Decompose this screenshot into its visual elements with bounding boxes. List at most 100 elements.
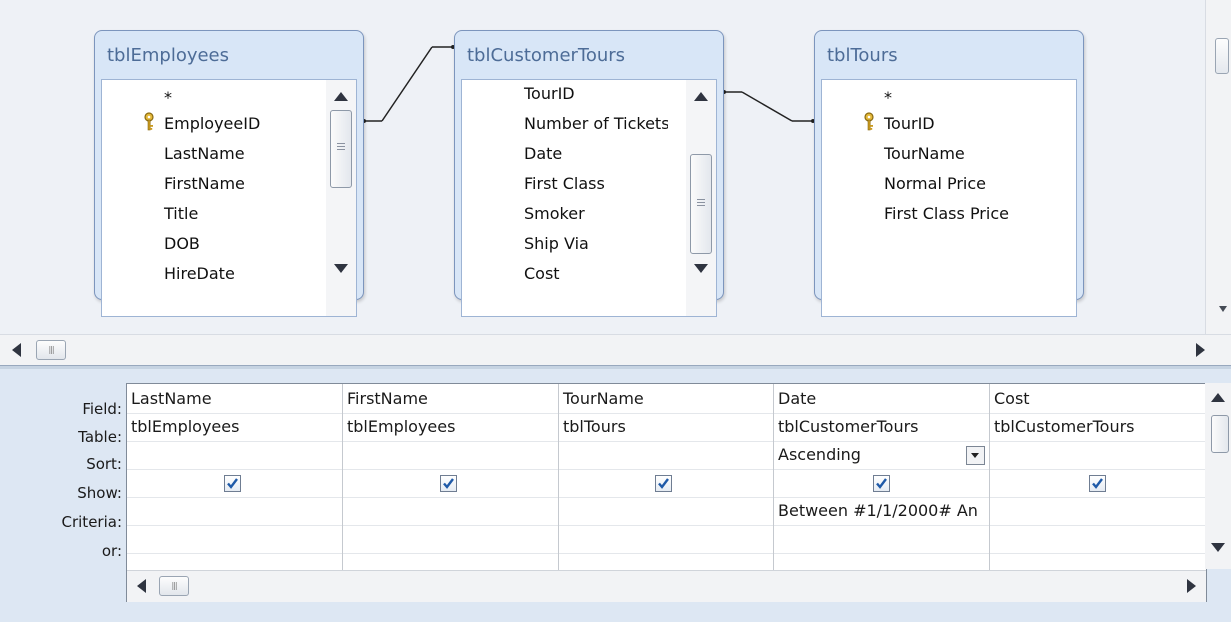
checkmark-icon bbox=[658, 478, 669, 489]
field-item[interactable]: TourName bbox=[884, 144, 965, 163]
row-label-show: Show: bbox=[77, 484, 122, 502]
grid-criteria-cell[interactable] bbox=[559, 497, 773, 525]
field-item[interactable]: Smoker bbox=[524, 204, 585, 223]
scroll-down-icon[interactable] bbox=[694, 264, 708, 273]
scroll-left-icon[interactable] bbox=[137, 579, 146, 593]
table-title: tblCustomerTours bbox=[467, 45, 626, 66]
field-list[interactable]: * TourID TourName Normal Price First Cla… bbox=[821, 79, 1077, 317]
field-item-primary-key[interactable]: EmployeeID bbox=[164, 114, 260, 133]
grid-or-cell[interactable] bbox=[559, 525, 773, 553]
grid-table-cell[interactable]: tblEmployees bbox=[127, 413, 342, 441]
grid-criteria-cell[interactable] bbox=[990, 497, 1206, 525]
grid-vertical-scrollbar[interactable] bbox=[1205, 383, 1231, 569]
show-checkbox[interactable] bbox=[873, 475, 890, 492]
grid-field-cell[interactable]: Cost bbox=[990, 385, 1206, 413]
grid-or-cell[interactable] bbox=[990, 525, 1206, 553]
scroll-thumb[interactable] bbox=[1215, 38, 1229, 74]
field-item[interactable]: Number of Tickets bbox=[524, 114, 668, 133]
grid-table-cell[interactable]: tblTours bbox=[559, 413, 773, 441]
scroll-thumb[interactable] bbox=[330, 110, 352, 188]
scroll-left-icon[interactable] bbox=[12, 343, 21, 357]
scroll-down-icon[interactable] bbox=[1219, 306, 1227, 312]
sort-dropdown[interactable]: Ascending bbox=[774, 441, 964, 469]
row-label-table: Table: bbox=[78, 428, 122, 446]
field-list-scrollbar[interactable] bbox=[326, 80, 356, 316]
grid-field-cell[interactable]: FirstName bbox=[343, 385, 558, 413]
grid-table-cell[interactable]: tblCustomerTours bbox=[774, 413, 989, 441]
table-title: tblTours bbox=[827, 45, 898, 66]
relationship-line-customertours-tours[interactable] bbox=[720, 85, 820, 130]
query-design-pane: tblEmployees * EmployeeID LastName First… bbox=[0, 0, 1231, 366]
grid-field-cell[interactable]: LastName bbox=[127, 385, 342, 413]
field-item[interactable]: First Class Price bbox=[884, 204, 1009, 223]
field-item[interactable]: * bbox=[164, 88, 172, 107]
checkmark-icon bbox=[1092, 478, 1103, 489]
show-checkbox[interactable] bbox=[440, 475, 457, 492]
grid-criteria-cell[interactable]: Between #1/1/2000# An bbox=[774, 497, 989, 525]
field-item[interactable]: LastName bbox=[164, 144, 245, 163]
field-list-scrollbar[interactable] bbox=[686, 80, 716, 316]
scroll-up-icon[interactable] bbox=[694, 92, 708, 101]
sort-dropdown-button[interactable] bbox=[966, 446, 985, 465]
field-list[interactable]: * EmployeeID LastName FirstName Title DO… bbox=[101, 79, 357, 317]
grid-or-cell[interactable] bbox=[343, 525, 558, 553]
row-label-criteria: Criteria: bbox=[61, 513, 123, 531]
checkmark-icon bbox=[227, 478, 238, 489]
query-grid-pane: Field: Table: Sort: Show: Criteria: or: … bbox=[0, 369, 1231, 622]
scroll-thumb[interactable] bbox=[690, 154, 712, 254]
field-item[interactable]: Ship Via bbox=[524, 234, 589, 253]
grid-sort-cell[interactable] bbox=[343, 441, 558, 469]
scroll-thumb[interactable]: ||| bbox=[36, 340, 66, 360]
checkmark-icon bbox=[876, 478, 887, 489]
grid-or-cell[interactable] bbox=[774, 525, 989, 553]
field-item[interactable]: First Class bbox=[524, 174, 605, 193]
grid-table-cell[interactable]: tblEmployees bbox=[343, 413, 558, 441]
design-grid[interactable]: LastName tblEmployees FirstName tblEmplo… bbox=[126, 383, 1207, 602]
field-list[interactable]: TourID Number of Tickets Date First Clas… bbox=[461, 79, 717, 317]
show-checkbox[interactable] bbox=[224, 475, 241, 492]
relationship-line-employees-customertours[interactable] bbox=[360, 40, 460, 130]
field-item-primary-key[interactable]: TourID bbox=[884, 114, 935, 133]
field-item[interactable]: FirstName bbox=[164, 174, 245, 193]
scroll-thumb[interactable] bbox=[1211, 415, 1229, 453]
grid-criteria-cell[interactable] bbox=[343, 497, 558, 525]
grid-field-cell[interactable]: Date bbox=[774, 385, 989, 413]
grid-criteria-cell[interactable] bbox=[127, 497, 342, 525]
field-item[interactable]: Normal Price bbox=[884, 174, 986, 193]
row-label-sort: Sort: bbox=[86, 455, 122, 473]
show-checkbox[interactable] bbox=[1089, 475, 1106, 492]
scroll-down-icon[interactable] bbox=[1211, 543, 1225, 552]
row-label-field: Field: bbox=[82, 400, 122, 418]
field-item[interactable]: TourID bbox=[524, 84, 575, 103]
scroll-thumb[interactable]: ||| bbox=[159, 576, 189, 596]
grid-sort-cell[interactable] bbox=[127, 441, 342, 469]
table-window-tours[interactable]: tblTours * TourID TourName Normal Price … bbox=[814, 30, 1084, 317]
field-item[interactable]: Cost bbox=[524, 264, 560, 283]
chevron-down-icon bbox=[971, 453, 979, 458]
field-item[interactable]: HireDate bbox=[164, 264, 235, 283]
table-window-customertours[interactable]: tblCustomerTours TourID Number of Ticket… bbox=[454, 30, 724, 317]
key-icon bbox=[144, 112, 154, 131]
scroll-right-icon[interactable] bbox=[1196, 343, 1205, 357]
scroll-right-icon[interactable] bbox=[1187, 579, 1196, 593]
row-label-or: or: bbox=[101, 542, 122, 560]
grid-horizontal-scrollbar[interactable]: ||| bbox=[127, 570, 1206, 602]
show-checkbox[interactable] bbox=[655, 475, 672, 492]
field-item[interactable]: Date bbox=[524, 144, 562, 163]
scroll-up-icon[interactable] bbox=[1211, 393, 1225, 402]
grid-sort-cell[interactable] bbox=[990, 441, 1206, 469]
table-window-employees[interactable]: tblEmployees * EmployeeID LastName First… bbox=[94, 30, 364, 317]
key-icon bbox=[864, 112, 874, 131]
design-pane-vertical-scrollbar[interactable] bbox=[1205, 0, 1231, 336]
field-item[interactable]: DOB bbox=[164, 234, 200, 253]
scroll-down-icon[interactable] bbox=[334, 264, 348, 273]
grid-field-cell[interactable]: TourName bbox=[559, 385, 773, 413]
checkmark-icon bbox=[443, 478, 454, 489]
field-item[interactable]: Title bbox=[164, 204, 198, 223]
scroll-up-icon[interactable] bbox=[334, 92, 348, 101]
grid-or-cell[interactable] bbox=[127, 525, 342, 553]
grid-sort-cell[interactable] bbox=[559, 441, 773, 469]
design-pane-horizontal-scrollbar[interactable]: ||| bbox=[0, 334, 1231, 365]
grid-table-cell[interactable]: tblCustomerTours bbox=[990, 413, 1206, 441]
field-item[interactable]: * bbox=[884, 88, 892, 107]
